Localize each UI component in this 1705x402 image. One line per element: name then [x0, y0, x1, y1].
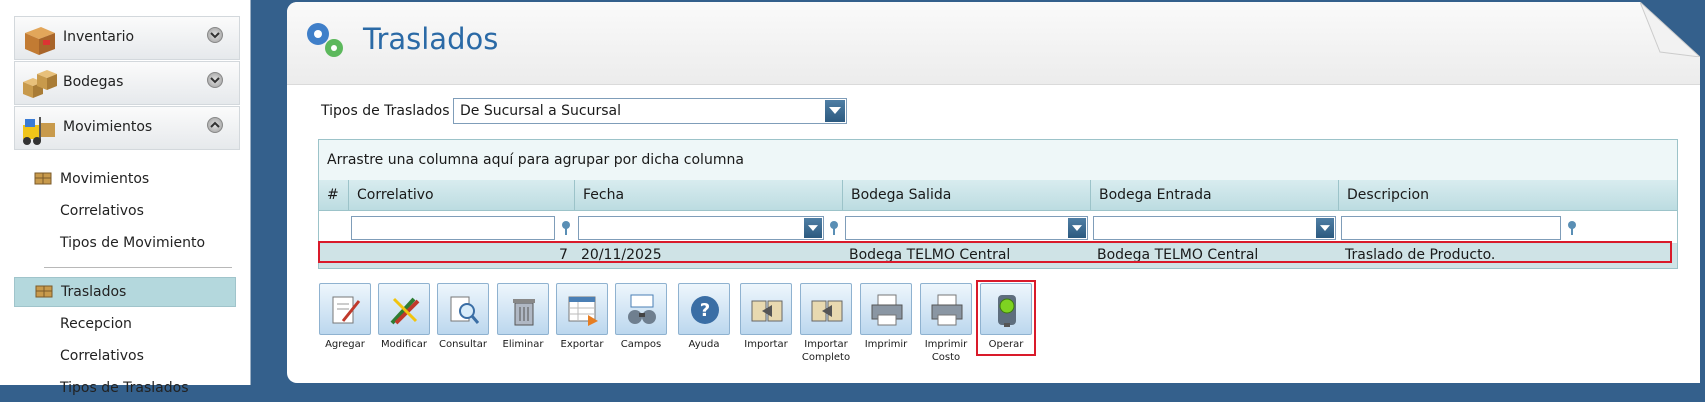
operar-highlight [976, 280, 1036, 356]
column-header-correlativo[interactable]: Correlativo [349, 180, 575, 210]
forklift-icon [23, 117, 55, 145]
page-curl-icon [1640, 2, 1700, 57]
dropdown-arrow-icon[interactable] [1068, 218, 1086, 238]
dropdown-arrow-icon[interactable] [1316, 218, 1334, 238]
sidebar-item-label: Correlativos [60, 203, 144, 219]
sidebar-item-correlativos[interactable]: Correlativos [14, 197, 236, 225]
consultar-label: Consultar [439, 339, 487, 350]
filter-pin-icon[interactable] [1565, 220, 1579, 236]
group-by-panel[interactable]: Arrastre una columna aquí para agrupar p… [319, 140, 1677, 181]
printer-icon [920, 283, 972, 335]
boxes-icon [23, 70, 57, 98]
grid-header-row: # Correlativo Fecha Bodega Salida Bodega… [319, 180, 1677, 211]
sidebar-section-label: Bodegas [63, 74, 124, 90]
column-header-bodega-entrada[interactable]: Bodega Entrada [1091, 180, 1339, 210]
imprimir-costo-label: Imprimir Costo [924, 339, 968, 363]
help-icon: ? [678, 283, 730, 335]
magnifier-document-icon [437, 283, 489, 335]
sidebar-item-tipos-de-traslados[interactable]: Tipos de Traslados [14, 374, 236, 402]
sidebar-item-recepcion[interactable]: Recepcion [14, 310, 236, 338]
spreadsheet-export-icon [556, 283, 608, 335]
filter-bodega-salida-input[interactable] [845, 216, 1088, 240]
sidebar-section-bodegas[interactable]: Bodegas [14, 61, 240, 105]
ayuda-label: Ayuda [688, 339, 720, 350]
exportar-label: Exportar [560, 339, 604, 350]
pallet-icon [34, 172, 52, 185]
importar-completo-label: Importar Completo [801, 339, 851, 363]
tipos-traslados-value: De Sucursal a Sucursal [460, 103, 622, 119]
column-header-fecha[interactable]: Fecha [575, 180, 843, 210]
sidebar-section-label: Movimientos [63, 119, 153, 135]
pencils-icon [378, 283, 430, 335]
add-document-icon [319, 283, 371, 335]
filter-pin-icon[interactable] [559, 220, 573, 236]
modificar-label: Modificar [381, 339, 427, 350]
sidebar-item-label: Correlativos [60, 348, 144, 364]
eliminar-label: Eliminar [502, 339, 544, 350]
filter-descripcion-input[interactable] [1341, 216, 1561, 240]
sidebar-item-label: Recepcion [60, 316, 132, 332]
chevron-down-icon[interactable] [207, 72, 223, 88]
sidebar-item-label: Tipos de Traslados [60, 380, 189, 396]
pallet-icon [35, 285, 53, 298]
filter-bodega-entrada-input[interactable] [1093, 216, 1336, 240]
dropdown-arrow-icon[interactable] [825, 100, 845, 122]
chevron-up-icon[interactable] [207, 117, 223, 133]
sidebar-item-label: Tipos de Movimiento [60, 235, 206, 251]
page-title: Traslados [363, 22, 499, 56]
sidebar-divider [44, 267, 232, 268]
column-header-descripcion[interactable]: Descripcion [1339, 180, 1677, 210]
dropdown-arrow-icon[interactable] [804, 218, 822, 238]
sidebar: Inventario Bodegas Movimientos Movimient… [0, 0, 251, 396]
group-by-hint: Arrastre una columna aquí para agrupar p… [327, 152, 744, 168]
column-header-bodega-salida[interactable]: Bodega Salida [843, 180, 1091, 210]
filter-correlativo-input[interactable] [351, 216, 555, 240]
trash-icon [497, 283, 549, 335]
gears-icon [307, 23, 343, 57]
sidebar-item-movimientos[interactable]: Movimientos [14, 165, 236, 193]
page-header: Traslados [287, 2, 1700, 85]
campos-label: Campos [620, 339, 662, 350]
filter-fecha-input[interactable] [578, 216, 824, 240]
sidebar-section-movimientos[interactable]: Movimientos [14, 106, 240, 150]
sidebar-item-traslados[interactable]: Traslados [14, 277, 236, 307]
importar-label: Importar [744, 339, 788, 350]
sidebar-section-inventario[interactable]: Inventario [14, 16, 240, 60]
tipos-traslados-select[interactable]: De Sucursal a Sucursal [453, 98, 847, 124]
import-folders-icon [740, 283, 792, 335]
imprimir-label: Imprimir [864, 339, 908, 350]
tipos-traslados-label: Tipos de Traslados [321, 103, 450, 119]
box-icon [25, 27, 55, 55]
sidebar-section-label: Inventario [63, 29, 135, 45]
selected-row-highlight [318, 241, 1672, 263]
agregar-label: Agregar [325, 339, 365, 350]
grid-filter-row [319, 211, 1677, 244]
sidebar-item-tipos-de-movimiento[interactable]: Tipos de Movimiento [14, 229, 236, 257]
sidebar-item-correlativos-traslados[interactable]: Correlativos [14, 342, 236, 370]
import-folders-icon [800, 283, 852, 335]
sidebar-item-label: Movimientos [60, 171, 150, 187]
svg-text:?: ? [700, 300, 710, 321]
printer-icon [860, 283, 912, 335]
chevron-down-icon[interactable] [207, 27, 223, 43]
binoculars-icon [615, 283, 667, 335]
filter-pin-icon[interactable] [827, 220, 841, 236]
sidebar-item-label: Traslados [61, 284, 127, 300]
column-header-number[interactable]: # [319, 180, 349, 210]
